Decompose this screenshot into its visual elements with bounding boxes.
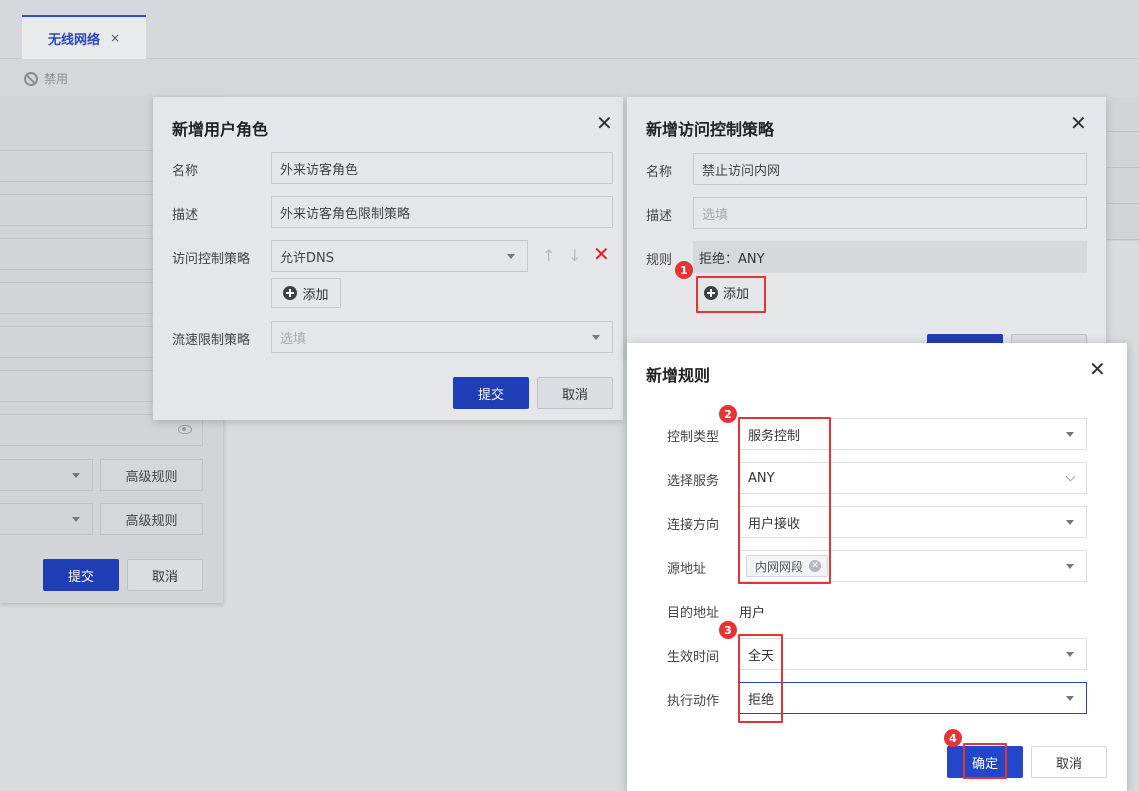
tab-wireless-network[interactable]: 无线网络 × xyxy=(22,15,146,59)
eye-icon[interactable] xyxy=(178,425,192,434)
background-select[interactable] xyxy=(0,459,93,491)
highlight-step4-confirm xyxy=(963,743,1007,779)
description-input[interactable]: 外来访客角色限制策略 xyxy=(271,196,613,228)
highlight-step1-add xyxy=(696,276,766,313)
rule-value: 拒绝：ANY xyxy=(699,251,765,267)
service-label: 选择服务 xyxy=(667,474,720,489)
dialog-title: 新增规则 xyxy=(646,366,711,385)
add-rule-dialog: 新增规则 ✕ 控制类型 服务控制 选择服务 ANY 连接方向 用户接收 源地址 … xyxy=(627,343,1127,791)
direction-label: 连接方向 xyxy=(667,518,720,533)
advanced-rule-button[interactable]: 高级规则 xyxy=(100,459,203,491)
acl-policy-label: 访问控制策略 xyxy=(172,252,251,267)
acl-policy-select[interactable]: 允许DNS xyxy=(271,240,528,272)
action-label: 执行动作 xyxy=(667,694,720,709)
rule-label: 规则 xyxy=(646,253,673,268)
cancel-button[interactable]: 取消 xyxy=(1031,746,1107,778)
dialog-title: 新增用户角色 xyxy=(172,120,269,139)
submit-button[interactable]: 提交 xyxy=(453,377,529,409)
close-icon[interactable]: × xyxy=(110,31,120,45)
name-input[interactable]: 禁止访问内网 xyxy=(693,153,1087,185)
highlight-step3-fields xyxy=(738,634,783,723)
name-input[interactable]: 外来访客角色 xyxy=(271,152,613,184)
ban-icon xyxy=(24,71,38,86)
submit-button[interactable]: 提交 xyxy=(43,559,119,591)
rate-limit-label: 流速限制策略 xyxy=(172,333,251,348)
acl-policy-value: 允许DNS xyxy=(280,250,334,266)
dialog-title: 新增访问控制策略 xyxy=(646,120,775,139)
description-label: 描述 xyxy=(646,209,673,224)
tab-label: 无线网络 xyxy=(47,32,100,48)
close-icon[interactable]: ✕ xyxy=(1089,359,1106,379)
step-badge-3: 3 xyxy=(719,621,737,639)
destination-address-value: 用户 xyxy=(739,606,766,621)
effective-time-select[interactable]: 全天 xyxy=(739,638,1087,670)
plus-circle-icon xyxy=(283,286,298,300)
add-acl-policy-dialog: 新增访问控制策略 ✕ 名称 禁止访问内网 描述 选填 规则 拒绝：ANY 添加 xyxy=(627,97,1106,357)
add-user-role-dialog: 新增用户角色 ✕ 名称 外来访客角色 描述 外来访客角色限制策略 访问控制策略 … xyxy=(153,97,623,420)
close-icon[interactable]: ✕ xyxy=(596,113,613,133)
cancel-button[interactable]: 取消 xyxy=(537,377,613,409)
background-select[interactable] xyxy=(0,503,93,535)
background-table-edge xyxy=(1106,97,1139,241)
add-label: 添加 xyxy=(302,287,329,303)
name-label: 名称 xyxy=(172,164,199,179)
description-input[interactable]: 选填 xyxy=(693,197,1087,229)
description-label: 描述 xyxy=(172,208,199,223)
caret-down-icon xyxy=(1066,520,1074,525)
rule-item[interactable]: 拒绝：ANY xyxy=(693,241,1087,273)
caret-down-icon xyxy=(592,335,600,340)
highlight-step2-fields xyxy=(738,417,831,584)
destination-address-label: 目的地址 xyxy=(667,606,720,621)
caret-down-icon xyxy=(1066,564,1074,569)
caret-down-icon xyxy=(507,254,515,259)
step-badge-2: 2 xyxy=(719,405,737,423)
step-badge-4: 4 xyxy=(944,729,962,747)
toolbar xyxy=(0,59,1139,97)
caret-down-icon xyxy=(1066,652,1074,657)
add-acl-button[interactable]: 添加 xyxy=(271,278,341,308)
caret-down-icon xyxy=(1066,696,1074,701)
disable-label: 禁用 xyxy=(44,72,69,86)
effective-time-label: 生效时间 xyxy=(667,650,720,665)
step-badge-1: 1 xyxy=(675,261,693,279)
close-icon[interactable]: ✕ xyxy=(1070,113,1087,133)
caret-down-icon xyxy=(1066,432,1074,437)
chevron-down-icon xyxy=(1065,471,1076,482)
action-select[interactable]: 拒绝 xyxy=(739,682,1087,714)
name-label: 名称 xyxy=(646,165,673,180)
tab-bar xyxy=(0,0,1139,59)
arrow-down-icon[interactable]: ↓ xyxy=(568,246,581,265)
delete-icon[interactable]: ✕ xyxy=(593,242,610,266)
disable-button[interactable]: 禁用 xyxy=(24,70,68,87)
cancel-button[interactable]: 取消 xyxy=(127,559,203,591)
arrow-up-icon[interactable]: ↑ xyxy=(542,246,555,265)
rate-limit-select[interactable]: 选填 xyxy=(271,321,613,353)
rate-limit-placeholder: 选填 xyxy=(280,331,307,347)
control-type-label: 控制类型 xyxy=(667,430,720,445)
advanced-rule-button[interactable]: 高级规则 xyxy=(100,503,203,535)
source-address-label: 源地址 xyxy=(667,562,707,577)
